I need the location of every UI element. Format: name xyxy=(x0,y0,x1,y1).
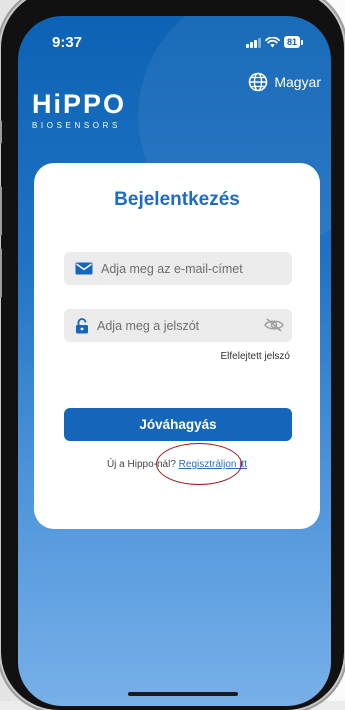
submit-button[interactable]: Jóváhagyás xyxy=(64,408,292,441)
volume-down-button xyxy=(0,248,2,298)
volume-up-button xyxy=(0,186,2,236)
status-bar: 9:37 81 xyxy=(18,16,331,60)
language-selector[interactable]: Magyar xyxy=(248,72,321,92)
battery-level: 81 xyxy=(283,36,300,48)
globe-icon xyxy=(249,72,268,92)
logo-tagline: BIOSENSORS xyxy=(32,121,121,130)
app-screen: 9:37 81 Magyar HiPPO BIOSENSORS Bejelent… xyxy=(18,16,331,706)
logo-wordmark: HiPPO xyxy=(32,89,127,119)
language-label: Magyar xyxy=(274,74,321,90)
email-placeholder: Adja meg az e-mail-címet xyxy=(101,261,243,276)
email-field[interactable]: Adja meg az e-mail-címet xyxy=(64,252,292,285)
mute-switch xyxy=(0,120,2,144)
login-title: Bejelentkezés xyxy=(114,189,240,210)
password-field[interactable]: Adja meg a jelszót xyxy=(64,309,292,342)
wifi-icon xyxy=(265,36,280,47)
annotation-circle xyxy=(156,443,242,485)
home-indicator xyxy=(128,692,238,696)
signal-icon xyxy=(245,37,261,48)
password-placeholder: Adja meg a jelszót xyxy=(97,318,200,333)
status-icons: 81 xyxy=(245,36,303,48)
lock-icon xyxy=(76,317,88,333)
forgot-password-link[interactable]: Elfelejtett jelszó xyxy=(221,351,290,362)
eye-off-icon[interactable] xyxy=(264,318,284,332)
status-time: 9:37 xyxy=(52,34,83,51)
envelope-icon xyxy=(75,262,93,275)
app-logo: HiPPO BIOSENSORS xyxy=(32,90,126,130)
battery-icon: 81 xyxy=(283,36,303,48)
